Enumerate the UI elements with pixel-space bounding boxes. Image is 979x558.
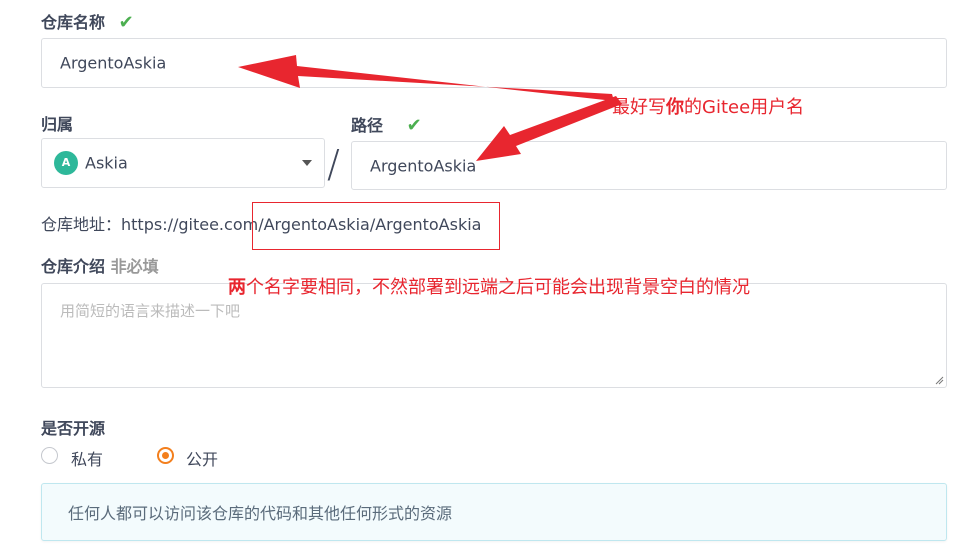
- arrow-down-left-icon: [476, 96, 622, 161]
- annotation-username-tip: 最好写你的Gitee用户名: [612, 97, 805, 118]
- annotation-same-name-tip: 两个名字要相同，不然部署到远端之后可能会出现背景空白的情况: [228, 277, 750, 298]
- arrow-left-icon: [238, 55, 614, 101]
